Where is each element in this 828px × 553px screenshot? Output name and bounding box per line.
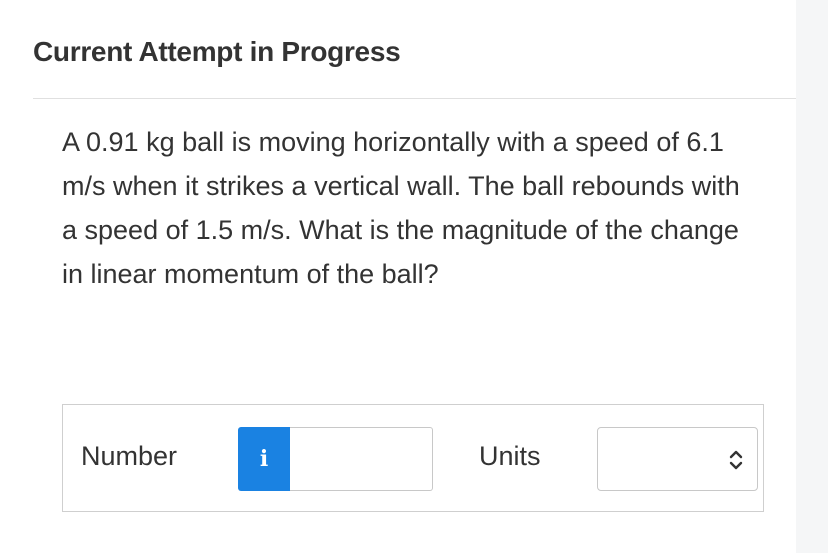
number-label: Number <box>81 441 178 471</box>
units-select[interactable] <box>597 427 758 491</box>
question-panel: Current Attempt in Progress A 0.91 kg ba… <box>0 0 796 553</box>
question-text: A 0.91 kg ball is moving horizontally wi… <box>62 127 740 289</box>
page-title: Current Attempt in Progress <box>33 36 401 67</box>
answer-box: Number i Units <box>62 404 764 512</box>
header-divider <box>33 98 796 99</box>
number-input[interactable] <box>290 427 433 491</box>
info-button[interactable]: i <box>238 427 290 491</box>
info-icon: i <box>259 446 269 472</box>
chevron-updown-icon <box>729 450 743 470</box>
units-label: Units <box>479 441 541 471</box>
